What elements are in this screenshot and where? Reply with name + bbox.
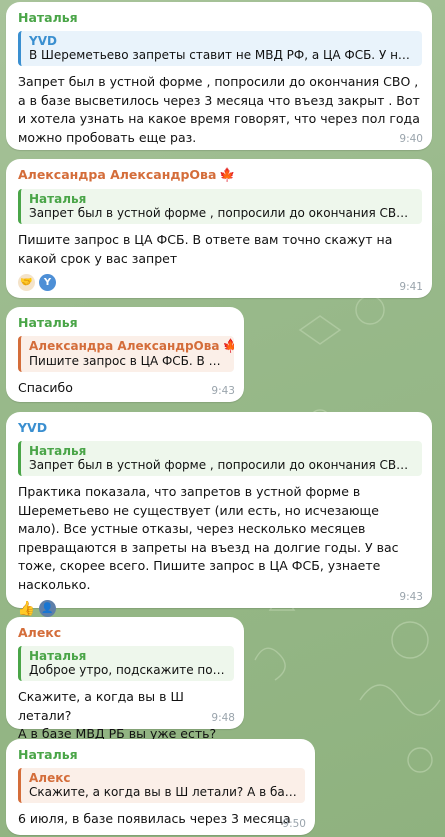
message-time: 9:41 — [399, 281, 423, 293]
reply-quote[interactable]: Наталья Запрет был в устной форме , попр… — [18, 441, 422, 476]
message-bubble[interactable]: Александра АлександрОва 🍁 Наталья Запрет … — [6, 159, 432, 298]
message-text: Скажите, а когда вы в Ш летали? А в базе… — [18, 689, 217, 741]
reply-author: Александра АлександрОва🍁 — [29, 339, 234, 354]
reply-quote[interactable]: Наталья Запрет был в устной форме , попр… — [18, 189, 422, 224]
message-time: 9:43 — [399, 591, 423, 603]
sender-name[interactable]: YVD — [18, 420, 422, 435]
maple-leaf-icon: 🍁 — [222, 339, 234, 354]
reply-author: Наталья — [29, 444, 87, 458]
reply-quote[interactable]: Наталья Доброе утро, подскажите пож... — [18, 646, 234, 681]
message-bubble[interactable]: Наталья YVD В Шереметьево запреты ставит… — [6, 2, 432, 150]
reply-quote[interactable]: Алекс Скажите, а когда вы в Ш летали? А … — [18, 768, 305, 803]
message-text: Спасибо — [18, 380, 73, 395]
reply-quote[interactable]: YVD В Шереметьево запреты ставит не МВД … — [18, 31, 422, 66]
message-text: Запрет был в устной форме , попросили до… — [18, 74, 420, 145]
sender-name-text: Александра АлександрОва — [18, 167, 217, 182]
reply-snippet: Запрет был в устной форме , попросили до… — [29, 458, 414, 472]
reply-snippet: В Шереметьево запреты ставит не МВД РФ, … — [29, 48, 414, 62]
message-time: 9:50 — [282, 818, 306, 830]
message-time: 9:48 — [211, 712, 235, 724]
message-bubble[interactable]: YVD Наталья Запрет был в устной форме , … — [6, 412, 432, 617]
reply-author: YVD — [29, 34, 57, 48]
handshake-reaction-icon[interactable]: 🤝 — [18, 274, 35, 291]
message-time: 9:43 — [211, 385, 235, 397]
reply-quote[interactable]: Александра АлександрОва🍁 Пишите запрос в… — [18, 336, 234, 372]
sender-name[interactable]: Наталья — [18, 315, 234, 330]
reply-author-text: Александра АлександрОва — [29, 339, 220, 353]
sender-name[interactable]: Наталья — [18, 10, 422, 25]
reply-snippet: Пишите запрос в ЦА ФСБ. В от... — [29, 354, 226, 368]
reactions-row: 👍 👤 — [18, 600, 422, 617]
message-bubble[interactable]: Наталья Александра АлександрОва🍁 Пишите … — [6, 307, 244, 402]
reply-snippet: Запрет был в устной форме , попросили до… — [29, 206, 414, 220]
user-avatar-reaction[interactable]: Y — [39, 274, 56, 291]
reply-snippet: Скажите, а когда вы в Ш летали? А в базе… — [29, 785, 297, 799]
sender-name[interactable]: Александра АлександрОва 🍁 — [18, 167, 422, 183]
sender-name[interactable]: Алекс — [18, 625, 234, 640]
message-bubble[interactable]: Алекс Наталья Доброе утро, подскажите по… — [6, 617, 244, 741]
sender-name[interactable]: Наталья — [18, 747, 305, 762]
reply-author: Наталья — [29, 192, 87, 206]
message-text: Пишите запрос в ЦА ФСБ. В ответе вам точ… — [18, 232, 393, 266]
thumbs-up-reaction-icon[interactable]: 👍 — [18, 600, 35, 617]
message-time: 9:40 — [399, 133, 423, 145]
message-bubble[interactable]: Наталья Алекс Скажите, а когда вы в Ш ле… — [6, 739, 315, 835]
maple-leaf-icon: 🍁 — [219, 168, 236, 183]
user-avatar-reaction[interactable]: 👤 — [39, 600, 56, 617]
reactions-row: 🤝 Y — [18, 274, 422, 291]
reply-snippet: Доброе утро, подскажите пож... — [29, 663, 226, 677]
message-text: 6 июля, в базе появилась через 3 месяца — [18, 811, 291, 826]
message-text: Практика показала, что запретов в устной… — [18, 484, 399, 592]
reply-author: Алекс — [29, 771, 71, 785]
reply-author: Наталья — [29, 649, 87, 663]
